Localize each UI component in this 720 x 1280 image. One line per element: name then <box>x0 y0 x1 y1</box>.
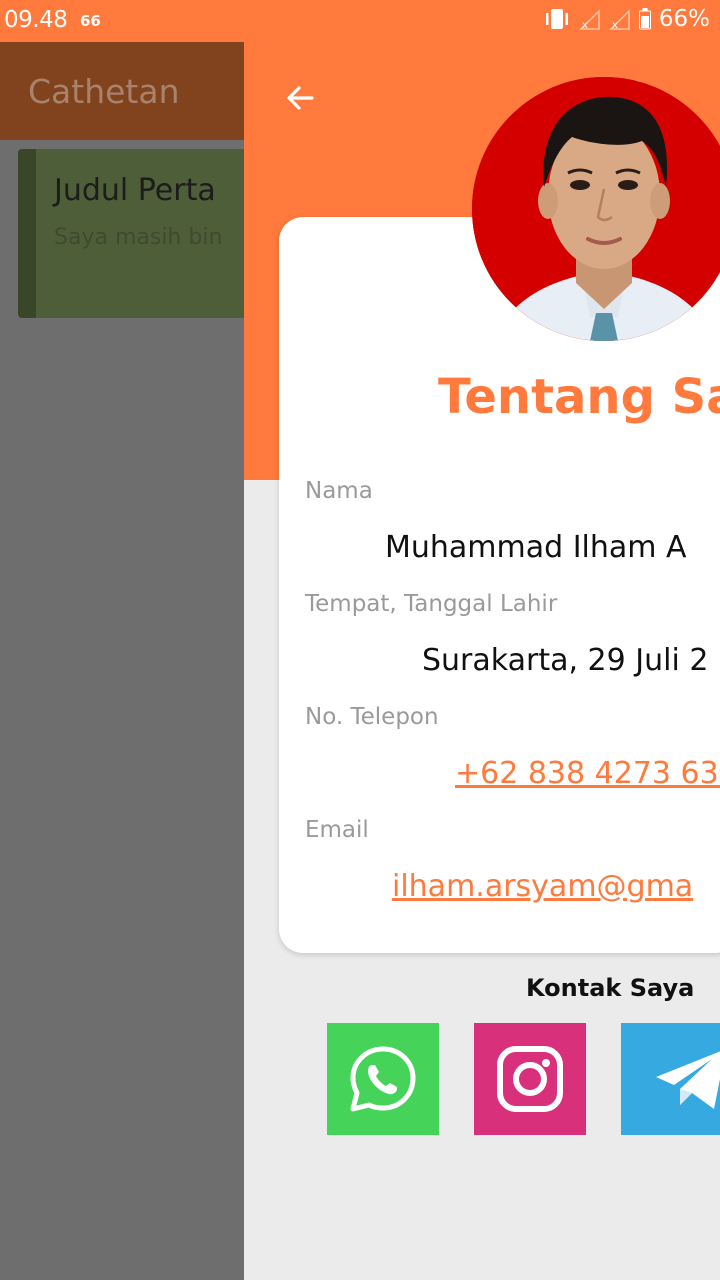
back-button[interactable] <box>280 78 320 118</box>
svg-text:x: x <box>612 20 618 31</box>
name-value: Muhammad Ilham A <box>385 530 687 565</box>
status-notification-count: 66 <box>80 12 101 30</box>
instagram-icon <box>497 1046 563 1112</box>
app-title: Cathetan <box>28 72 180 111</box>
note-color-strip <box>18 149 36 318</box>
phone-label: No. Telepon <box>305 704 439 730</box>
phone-link[interactable]: +62 838 4273 636 <box>455 756 720 791</box>
profile-photo <box>472 77 720 341</box>
contact-title: Kontak Saya <box>526 974 695 1002</box>
arrow-left-icon <box>287 86 314 110</box>
birth-value: Surakarta, 29 Juli 2 <box>422 643 709 678</box>
instagram-button[interactable] <box>474 1023 586 1135</box>
note-card[interactable]: Judul Perta Saya masih bin <box>18 149 244 318</box>
signal-icon-1: x <box>579 7 601 31</box>
vibrate-icon <box>543 7 571 31</box>
email-label: Email <box>305 817 369 843</box>
battery-percent: 66% <box>658 6 710 32</box>
signal-icon-2: x <box>609 7 631 31</box>
whatsapp-icon <box>350 1046 416 1112</box>
battery-icon <box>638 8 651 30</box>
whatsapp-button[interactable] <box>327 1023 439 1135</box>
telegram-icon <box>656 1051 720 1109</box>
note-body: Saya masih bin <box>54 225 223 250</box>
status-time: 09.48 <box>4 7 68 33</box>
svg-text:x: x <box>582 20 588 31</box>
about-heading: Tentang Sa <box>438 369 720 425</box>
background-app: Cathetan Judul Perta Saya masih bin <box>0 42 244 1280</box>
telegram-button[interactable] <box>621 1023 720 1135</box>
about-drawer: Tentang Sa Nama Muhammad Ilham A Tempat,… <box>244 42 720 1280</box>
status-icons: x x 66% <box>543 6 710 32</box>
app-toolbar: Cathetan <box>0 42 244 140</box>
name-label: Nama <box>305 478 373 504</box>
status-bar: 09.48 66 x x 66% <box>0 0 720 42</box>
email-link[interactable]: ilham.arsyam@gma <box>392 869 693 904</box>
birth-label: Tempat, Tanggal Lahir <box>305 591 558 617</box>
note-title: Judul Perta <box>54 173 216 208</box>
